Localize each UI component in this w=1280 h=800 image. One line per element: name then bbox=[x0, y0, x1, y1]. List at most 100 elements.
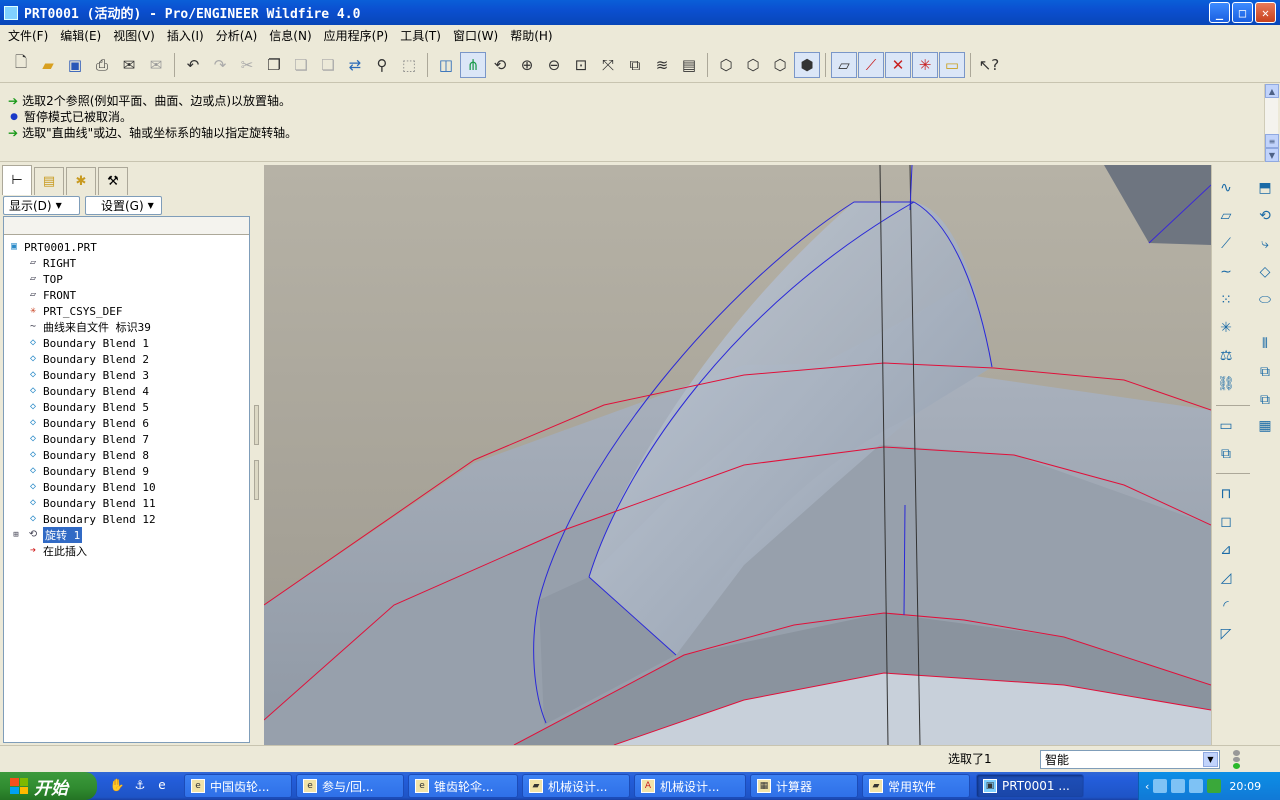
message-scrollbar[interactable]: ▲ ≡ ▼ bbox=[1264, 84, 1279, 162]
tab-favorites[interactable]: ✱ bbox=[66, 167, 96, 195]
print-icon[interactable]: ⎙ bbox=[89, 52, 115, 78]
tab-connections[interactable]: ⚒ bbox=[98, 167, 128, 195]
regenerate-icon[interactable]: ⇄ bbox=[342, 52, 368, 78]
tree-item-boundary-blend[interactable]: ◇ Boundary Blend 3 bbox=[26, 367, 149, 383]
datum-axis-tool-icon[interactable]: ⟋ bbox=[1215, 233, 1237, 255]
menu-tools[interactable]: 工具(T) bbox=[394, 27, 447, 44]
tree-item-csys[interactable]: ✳ PRT_CSYS_DEF bbox=[26, 303, 123, 319]
scroll-up-icon[interactable]: ▲ bbox=[1265, 84, 1279, 98]
spin-center-icon[interactable]: ⋔ bbox=[460, 51, 486, 78]
trim-icon[interactable]: ⧉ bbox=[1254, 389, 1276, 411]
merge-icon[interactable]: ⧉ bbox=[1254, 361, 1276, 383]
tree-item-boundary-blend[interactable]: ◇ Boundary Blend 1 bbox=[26, 335, 149, 351]
selection-filter[interactable]: 智能 ▼ bbox=[1040, 750, 1220, 769]
scroll-thumb[interactable]: ≡ bbox=[1265, 134, 1279, 148]
task-item[interactable]: ▰ 机械设计... bbox=[522, 774, 630, 798]
collapse-left-icon[interactable] bbox=[254, 405, 259, 445]
csys-display-icon[interactable]: ✳ bbox=[912, 51, 938, 78]
network-icon[interactable] bbox=[1171, 779, 1186, 793]
task-item[interactable]: A 机械设计... bbox=[634, 774, 746, 798]
navigator-splitter[interactable] bbox=[252, 165, 262, 745]
rib-icon[interactable]: ◿ bbox=[1215, 567, 1237, 589]
paste-special-icon[interactable]: ❏ bbox=[315, 52, 341, 78]
tree-item-boundary-blend[interactable]: ◇ Boundary Blend 12 bbox=[26, 511, 156, 527]
menu-help[interactable]: 帮助(H) bbox=[504, 27, 558, 44]
redo-icon[interactable]: ↷ bbox=[207, 52, 233, 78]
orient-mode-icon[interactable]: ⟲ bbox=[487, 52, 513, 78]
tree-item-boundary-blend[interactable]: ◇ Boundary Blend 7 bbox=[26, 431, 149, 447]
tree-item-boundary-blend[interactable]: ◇ Boundary Blend 8 bbox=[26, 447, 149, 463]
clock[interactable]: 20:09 bbox=[1229, 780, 1261, 793]
datum-plane-tool-icon[interactable]: ▱ bbox=[1215, 205, 1237, 227]
task-item[interactable]: ▦ 计算器 bbox=[750, 774, 858, 798]
expand-icon[interactable]: ⊞ bbox=[9, 529, 23, 541]
plane-display-icon[interactable]: ▱ bbox=[831, 51, 857, 78]
menu-insert[interactable]: 插入(I) bbox=[161, 27, 210, 44]
task-item-active[interactable]: ▣ PRT0001 ... bbox=[976, 774, 1084, 798]
tree-item-boundary-blend[interactable]: ◇ Boundary Blend 4 bbox=[26, 383, 149, 399]
refit-icon[interactable]: ⊡ bbox=[568, 52, 594, 78]
network-icon[interactable] bbox=[1153, 779, 1168, 793]
menu-analysis[interactable]: 分析(A) bbox=[210, 27, 264, 44]
menu-window[interactable]: 窗口(W) bbox=[447, 27, 504, 44]
pattern-icon[interactable]: ▦ bbox=[1254, 415, 1276, 437]
volume-icon[interactable] bbox=[1189, 779, 1204, 793]
context-help-icon[interactable]: ↖? bbox=[976, 52, 1002, 78]
zoom-in-icon[interactable]: ⊕ bbox=[514, 52, 540, 78]
cut-icon[interactable]: ✂ bbox=[234, 52, 260, 78]
security-shield-icon[interactable] bbox=[1207, 779, 1222, 793]
save-icon[interactable]: ▣ bbox=[62, 52, 88, 78]
inheritance-icon[interactable]: ⧉ bbox=[1215, 443, 1237, 465]
tree-item-boundary-blend[interactable]: ◇ Boundary Blend 10 bbox=[26, 479, 156, 495]
email-icon[interactable]: ✉ bbox=[116, 52, 142, 78]
tree-item-top[interactable]: ▱ TOP bbox=[26, 271, 63, 287]
analysis-feature-icon[interactable]: ⚖ bbox=[1215, 345, 1237, 367]
layers-icon[interactable]: ≋ bbox=[649, 52, 675, 78]
shell-icon[interactable]: ◻ bbox=[1215, 511, 1237, 533]
datum-curve-tool-icon[interactable]: ∼ bbox=[1215, 261, 1237, 283]
menu-edit[interactable]: 编辑(E) bbox=[54, 27, 107, 44]
find-icon[interactable]: ⚲ bbox=[369, 52, 395, 78]
tree-item-curve[interactable]: ∼ 曲线来自文件 标识39 bbox=[26, 319, 151, 335]
view-manager-icon[interactable]: ▤ bbox=[676, 52, 702, 78]
revolve-tool-icon[interactable]: ⟲ bbox=[1254, 205, 1276, 227]
task-item[interactable]: e 中国齿轮... bbox=[184, 774, 292, 798]
close-button[interactable]: ✕ bbox=[1255, 2, 1276, 23]
expand-right-icon[interactable] bbox=[254, 460, 259, 500]
annotation-display-icon[interactable]: ▭ bbox=[939, 51, 965, 78]
zoom-out-icon[interactable]: ⊖ bbox=[541, 52, 567, 78]
settings-dropdown[interactable]: 设置(G) ▼ bbox=[85, 196, 162, 215]
menu-applications[interactable]: 应用程序(P) bbox=[318, 27, 395, 44]
task-item[interactable]: e 锥齿轮伞... bbox=[408, 774, 518, 798]
tree-item-revolve[interactable]: ⊞ ⟲ 旋转 1 bbox=[9, 527, 83, 543]
quicklaunch-icon[interactable]: ✋ bbox=[108, 776, 126, 794]
mirror-icon[interactable]: ⫴ bbox=[1254, 333, 1276, 355]
tree-item-boundary-blend[interactable]: ◇ Boundary Blend 2 bbox=[26, 351, 149, 367]
chamfer-icon[interactable]: ◸ bbox=[1215, 623, 1237, 645]
tab-folder-browser[interactable]: ▤ bbox=[34, 167, 64, 195]
copy-icon[interactable]: ❐ bbox=[261, 52, 287, 78]
no-hidden-icon[interactable]: ⬡ bbox=[767, 52, 793, 78]
hidden-line-icon[interactable]: ⬡ bbox=[740, 52, 766, 78]
datum-point-tool-icon[interactable]: ⁙ bbox=[1215, 289, 1237, 311]
tree-item-insert-here[interactable]: ➔ 在此插入 bbox=[26, 543, 87, 559]
tray-expand-icon[interactable]: ‹ bbox=[1145, 780, 1149, 793]
tree-item-front[interactable]: ▱ FRONT bbox=[26, 287, 76, 303]
extrude-surface-icon[interactable]: ⊓ bbox=[1215, 483, 1237, 505]
tree-item-boundary-blend[interactable]: ◇ Boundary Blend 11 bbox=[26, 495, 156, 511]
axis-display-icon[interactable]: ⟋ bbox=[858, 51, 884, 78]
start-button[interactable]: 开始 bbox=[0, 772, 97, 800]
style-icon[interactable]: ⬭ bbox=[1254, 289, 1276, 311]
annotation-tool-icon[interactable]: ▭ bbox=[1215, 415, 1237, 437]
model-view[interactable] bbox=[264, 165, 1211, 745]
paste-icon[interactable]: ❏ bbox=[288, 52, 314, 78]
task-item[interactable]: e 参与/回... bbox=[296, 774, 404, 798]
repaint-icon[interactable]: ◫ bbox=[433, 52, 459, 78]
task-item[interactable]: ▰ 常用软件 bbox=[862, 774, 970, 798]
shading-icon[interactable]: ⬢ bbox=[794, 51, 820, 78]
undo-icon[interactable]: ↶ bbox=[180, 52, 206, 78]
menu-file[interactable]: 文件(F) bbox=[2, 27, 54, 44]
menu-view[interactable]: 视图(V) bbox=[107, 27, 161, 44]
round-icon[interactable]: ◜ bbox=[1215, 595, 1237, 617]
saved-views-icon[interactable]: ⧉ bbox=[622, 52, 648, 78]
